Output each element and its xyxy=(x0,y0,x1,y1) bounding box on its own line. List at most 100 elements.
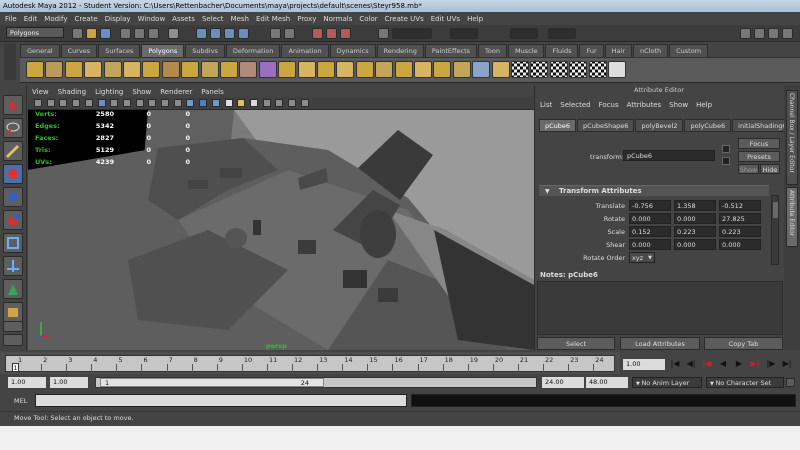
scale-tool-icon[interactable] xyxy=(3,210,23,230)
show-button[interactable]: Show xyxy=(738,164,759,174)
offset-edge-loop-icon[interactable] xyxy=(414,61,432,78)
tool-settings-toggle-icon[interactable] xyxy=(782,28,793,39)
separate-icon[interactable] xyxy=(239,61,258,78)
tab-custom[interactable]: Custom xyxy=(669,44,709,57)
tab-painteffects[interactable]: PaintEffects xyxy=(424,44,478,57)
insert-edge-loop-icon[interactable] xyxy=(394,61,413,78)
poly-pipe-icon[interactable] xyxy=(181,61,200,78)
channel-box-tab[interactable]: Channel Box / Layer Editor xyxy=(786,90,798,185)
channel-box-toggle-icon[interactable] xyxy=(754,28,765,39)
time-slider[interactable]: 1 2 3 4 5 6 7 8 9 10 11 12 13 14 15 16 17 18 19 20 21 22 23 24 xyxy=(5,355,615,372)
ae-menu-selected[interactable]: Selected xyxy=(560,101,590,109)
safe-title-icon[interactable] xyxy=(173,99,182,107)
2d-pan-icon[interactable] xyxy=(84,99,93,107)
checker-icon-2[interactable] xyxy=(549,61,568,78)
tab-deformation[interactable]: Deformation xyxy=(225,44,281,57)
playback-start-field[interactable]: 1.00 xyxy=(50,377,88,388)
film-gate-icon[interactable] xyxy=(110,99,119,107)
snap-plane-icon[interactable] xyxy=(238,28,249,39)
current-frame-field[interactable]: 1.00 xyxy=(623,359,665,370)
merge-vertices-icon[interactable] xyxy=(433,61,452,78)
camera-select-icon[interactable] xyxy=(34,99,42,107)
checker-icon-5[interactable] xyxy=(608,61,626,78)
mask-icon[interactable] xyxy=(168,28,179,39)
extrude-icon[interactable] xyxy=(317,61,335,78)
step-back-key-icon[interactable]: ◀| xyxy=(686,359,696,369)
xray-icon[interactable] xyxy=(275,99,284,107)
show-modeling-toolkit-icon[interactable] xyxy=(740,28,751,39)
menu-create-uvs[interactable]: Create UVs xyxy=(385,15,424,23)
menu-proxy[interactable]: Proxy xyxy=(297,15,316,23)
gate-mask-icon[interactable] xyxy=(135,99,144,107)
go-to-input-icon[interactable] xyxy=(722,145,730,153)
resolution-gate-icon[interactable] xyxy=(122,99,131,107)
menu-select[interactable]: Select xyxy=(202,15,224,23)
vp-menu-panels[interactable]: Panels xyxy=(201,88,224,96)
hide-button[interactable]: Hide xyxy=(760,164,780,174)
copy-tab-button[interactable]: Copy Tab xyxy=(704,337,783,350)
playback-end-field[interactable]: 24.00 xyxy=(542,377,584,388)
translate-y-field[interactable]: 1.358 xyxy=(674,200,716,211)
menu-edit-uvs[interactable]: Edit UVs xyxy=(431,15,460,23)
use-all-lights-icon[interactable] xyxy=(237,99,246,107)
extract-icon[interactable] xyxy=(278,61,297,78)
wireframe-on-shaded-icon[interactable] xyxy=(211,99,220,107)
menu-mesh[interactable]: Mesh xyxy=(231,15,249,23)
snap-grid-icon[interactable] xyxy=(196,28,207,39)
rotate-z-field[interactable]: 27.825 xyxy=(719,213,761,224)
combine-icon[interactable] xyxy=(220,61,238,78)
poly-cone-icon[interactable] xyxy=(84,61,103,78)
vp-menu-show[interactable]: Show xyxy=(132,88,151,96)
select-tool-icon[interactable] xyxy=(3,95,23,115)
play-backwards-icon[interactable]: ◀ xyxy=(718,359,728,369)
notes-field[interactable] xyxy=(537,281,783,335)
numeric-input-field[interactable] xyxy=(450,28,478,39)
start-time-field[interactable]: 1.00 xyxy=(8,377,46,388)
checker-icon-3[interactable] xyxy=(569,61,588,78)
smooth-shade-icon[interactable] xyxy=(199,99,208,107)
menu-modify[interactable]: Modify xyxy=(44,15,67,23)
lasso-tool-icon[interactable] xyxy=(3,118,23,138)
snap-point-icon[interactable] xyxy=(224,28,235,39)
isolate-select-icon[interactable] xyxy=(262,99,271,107)
go-to-start-icon[interactable]: |◀ xyxy=(670,359,680,369)
poly-cube-icon[interactable] xyxy=(45,61,64,78)
range-slider-handle[interactable]: 1 24 xyxy=(100,378,324,387)
scale-x-field[interactable]: 0.152 xyxy=(629,226,671,237)
open-scene-icon[interactable] xyxy=(86,28,97,39)
rotate-tool-icon[interactable] xyxy=(3,187,23,207)
scale-z-field[interactable]: 0.223 xyxy=(719,226,761,237)
layout-single-icon[interactable] xyxy=(3,321,23,332)
go-to-end-icon[interactable]: ▶| xyxy=(782,359,792,369)
rotate-x-field[interactable]: 0.000 xyxy=(629,213,671,224)
history-icon[interactable] xyxy=(270,28,281,39)
vp-menu-renderer[interactable]: Renderer xyxy=(160,88,192,96)
textured-icon[interactable] xyxy=(224,99,233,107)
paint-select-tool-icon[interactable] xyxy=(3,141,23,161)
poly-pyramid-icon[interactable] xyxy=(161,61,180,78)
shear-y-field[interactable]: 0.000 xyxy=(674,239,716,250)
tab-curves[interactable]: Curves xyxy=(60,44,98,57)
step-forward-frame-icon[interactable]: ▶| xyxy=(750,359,760,369)
translate-z-field[interactable]: -0.512 xyxy=(719,200,761,211)
ae-tab-polycube6[interactable]: polyCube6 xyxy=(684,119,732,132)
select-component-icon[interactable] xyxy=(148,28,159,39)
menu-create[interactable]: Create xyxy=(74,15,97,23)
go-to-output-icon[interactable] xyxy=(722,157,730,165)
step-back-frame-icon[interactable]: |◀ xyxy=(702,359,712,369)
wireframe-icon[interactable] xyxy=(186,99,195,107)
bridge-icon[interactable] xyxy=(336,61,355,78)
current-frame-marker[interactable]: 1 xyxy=(12,363,19,372)
menu-edit[interactable]: Edit xyxy=(24,15,38,23)
shear-z-field[interactable]: 0.000 xyxy=(719,239,761,250)
load-attributes-button[interactable]: Load Attributes xyxy=(620,337,700,350)
tab-surfaces[interactable]: Surfaces xyxy=(98,44,141,57)
tab-polygons[interactable]: Polygons xyxy=(141,44,185,57)
mel-label[interactable]: MEL xyxy=(14,397,27,405)
split-polygon-icon[interactable] xyxy=(375,61,394,78)
camera-attributes-icon[interactable] xyxy=(46,99,55,107)
numeric-input-field-3[interactable] xyxy=(548,28,576,39)
checker-icon-1[interactable] xyxy=(530,61,549,78)
mel-input[interactable] xyxy=(35,394,407,407)
poly-helix-icon[interactable] xyxy=(200,61,219,78)
